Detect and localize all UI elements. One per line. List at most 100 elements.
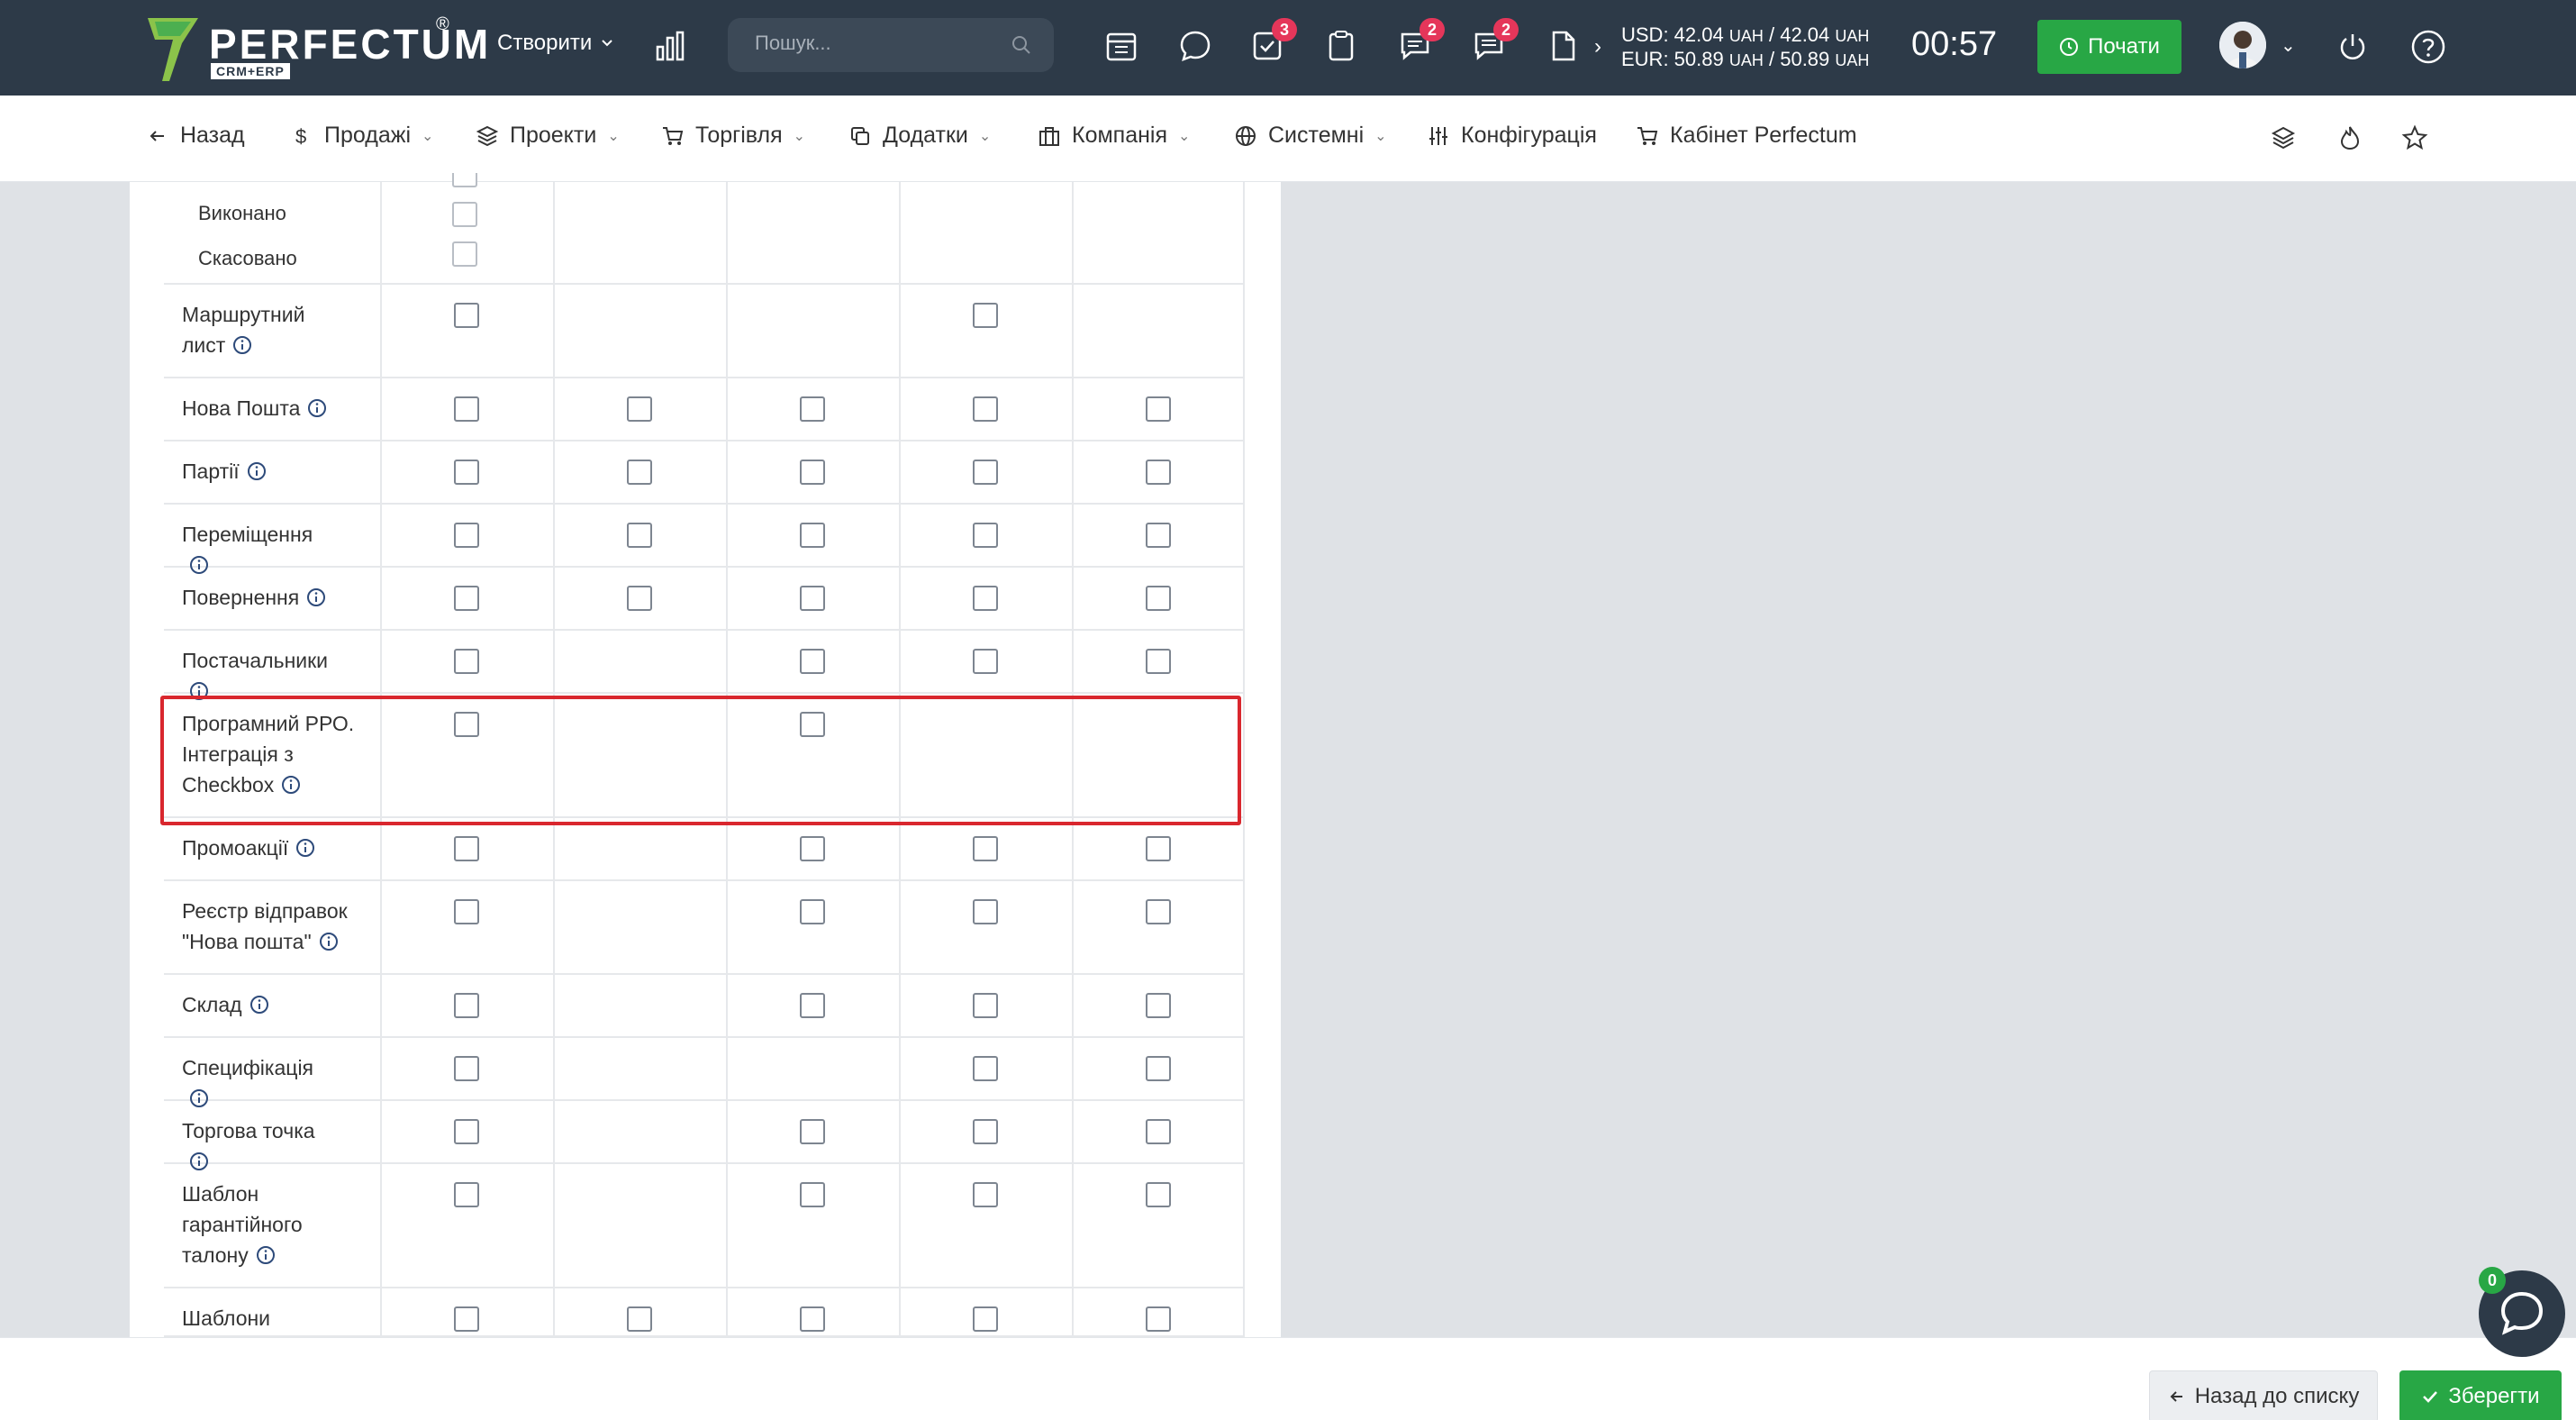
table-cell <box>899 881 1072 973</box>
chat-widget-button[interactable]: 0 <box>2479 1267 2565 1357</box>
checkbox[interactable] <box>452 202 477 227</box>
checkbox[interactable] <box>800 836 825 861</box>
search-input[interactable] <box>755 32 989 55</box>
checkbox[interactable] <box>1146 1306 1171 1332</box>
info-icon[interactable] <box>247 461 267 481</box>
layers-icon[interactable] <box>2270 124 2297 151</box>
nav-back[interactable]: Назад <box>146 123 245 149</box>
checkbox[interactable] <box>800 396 825 422</box>
checkbox[interactable] <box>973 649 998 674</box>
checkbox[interactable] <box>973 523 998 548</box>
nav-cabinet[interactable]: Кабінет Perfectum <box>1636 123 1857 149</box>
info-icon[interactable] <box>307 398 327 418</box>
checkbox[interactable] <box>1146 649 1171 674</box>
table-cell <box>553 975 726 1036</box>
chevron-right-icon[interactable]: › <box>1594 34 1601 59</box>
checkbox[interactable] <box>800 1306 825 1332</box>
checkbox[interactable] <box>454 1056 479 1081</box>
info-icon[interactable] <box>249 995 269 1015</box>
nav-company[interactable]: Компанія ⌄ <box>1038 123 1190 149</box>
info-icon[interactable] <box>295 838 315 858</box>
start-timer-button[interactable]: Почати <box>2037 20 2181 74</box>
checkbox[interactable] <box>973 836 998 861</box>
checkbox[interactable] <box>1146 836 1171 861</box>
nav-sales[interactable]: $ Продажі ⌄ <box>290 123 433 149</box>
checkbox[interactable] <box>454 993 479 1018</box>
checkbox[interactable] <box>627 460 652 485</box>
checkbox[interactable] <box>973 1182 998 1207</box>
checkbox[interactable] <box>454 1119 479 1144</box>
tasks-button[interactable]: 3 <box>1250 18 1297 63</box>
help-icon[interactable] <box>2410 29 2446 65</box>
clipboard-icon[interactable] <box>1324 29 1358 63</box>
back-to-list-button[interactable]: Назад до списку <box>2149 1370 2378 1420</box>
checkbox[interactable] <box>973 396 998 422</box>
messages-button[interactable]: 2 <box>1398 18 1445 63</box>
checkbox[interactable] <box>452 173 477 187</box>
checkbox[interactable] <box>800 460 825 485</box>
info-icon[interactable] <box>232 335 252 355</box>
comments-button[interactable]: 2 <box>1472 18 1519 63</box>
chat-bubble-icon[interactable] <box>1178 29 1212 63</box>
checkbox[interactable] <box>800 1182 825 1207</box>
checkbox[interactable] <box>627 586 652 611</box>
checkbox[interactable] <box>1146 586 1171 611</box>
checkbox[interactable] <box>454 396 479 422</box>
fire-icon[interactable] <box>2336 124 2363 151</box>
create-menu-button[interactable]: Створити <box>497 31 613 56</box>
perfectum-logo[interactable]: PERFECTUM ® CRM+ERP <box>146 14 488 81</box>
checkbox[interactable] <box>800 899 825 924</box>
checkbox[interactable] <box>973 1306 998 1332</box>
checkbox[interactable] <box>1146 1119 1171 1144</box>
calendar-icon[interactable] <box>1104 29 1138 63</box>
nav-trade[interactable]: Торгівля ⌄ <box>661 123 805 149</box>
checkbox[interactable] <box>452 241 477 267</box>
nav-system[interactable]: Системні ⌄ <box>1234 123 1387 149</box>
checkbox[interactable] <box>800 523 825 548</box>
checkbox[interactable] <box>454 460 479 485</box>
checkbox[interactable] <box>973 993 998 1018</box>
checkbox[interactable] <box>454 586 479 611</box>
checkbox[interactable] <box>800 649 825 674</box>
nav-addons[interactable]: Додатки ⌄ <box>848 123 991 149</box>
checkbox[interactable] <box>454 523 479 548</box>
checkbox[interactable] <box>627 396 652 422</box>
checkbox[interactable] <box>800 993 825 1018</box>
info-icon[interactable] <box>256 1245 276 1265</box>
checkbox[interactable] <box>1146 1056 1171 1081</box>
checkbox[interactable] <box>973 899 998 924</box>
document-icon[interactable] <box>1546 29 1580 63</box>
bar-chart-icon[interactable] <box>654 31 686 63</box>
checkbox[interactable] <box>454 836 479 861</box>
checkbox[interactable] <box>973 303 998 328</box>
avatar[interactable] <box>2219 22 2266 68</box>
power-icon[interactable] <box>2336 31 2369 63</box>
checkbox[interactable] <box>454 649 479 674</box>
checkbox[interactable] <box>454 1306 479 1332</box>
nav-projects[interactable]: Проекти ⌄ <box>476 123 620 149</box>
checkbox[interactable] <box>973 586 998 611</box>
avatar-chevron-down-icon[interactable]: ⌄ <box>2281 34 2296 57</box>
checkbox[interactable] <box>627 1306 652 1332</box>
info-icon[interactable] <box>306 587 326 607</box>
checkbox[interactable] <box>1146 993 1171 1018</box>
checkbox[interactable] <box>627 523 652 548</box>
checkbox[interactable] <box>973 1119 998 1144</box>
checkbox[interactable] <box>973 460 998 485</box>
checkbox[interactable] <box>800 586 825 611</box>
info-icon[interactable] <box>319 932 339 951</box>
checkbox[interactable] <box>973 1056 998 1081</box>
checkbox[interactable] <box>1146 523 1171 548</box>
checkbox[interactable] <box>454 303 479 328</box>
checkbox[interactable] <box>1146 1182 1171 1207</box>
star-icon[interactable] <box>2401 124 2428 151</box>
checkbox[interactable] <box>454 1182 479 1207</box>
checkbox[interactable] <box>800 1119 825 1144</box>
checkbox[interactable] <box>1146 396 1171 422</box>
nav-config[interactable]: Конфігурація <box>1427 123 1597 149</box>
checkbox[interactable] <box>1146 899 1171 924</box>
search-icon[interactable] <box>1011 34 1032 56</box>
checkbox[interactable] <box>454 899 479 924</box>
checkbox[interactable] <box>1146 460 1171 485</box>
save-button[interactable]: Зберегти <box>2399 1370 2562 1420</box>
